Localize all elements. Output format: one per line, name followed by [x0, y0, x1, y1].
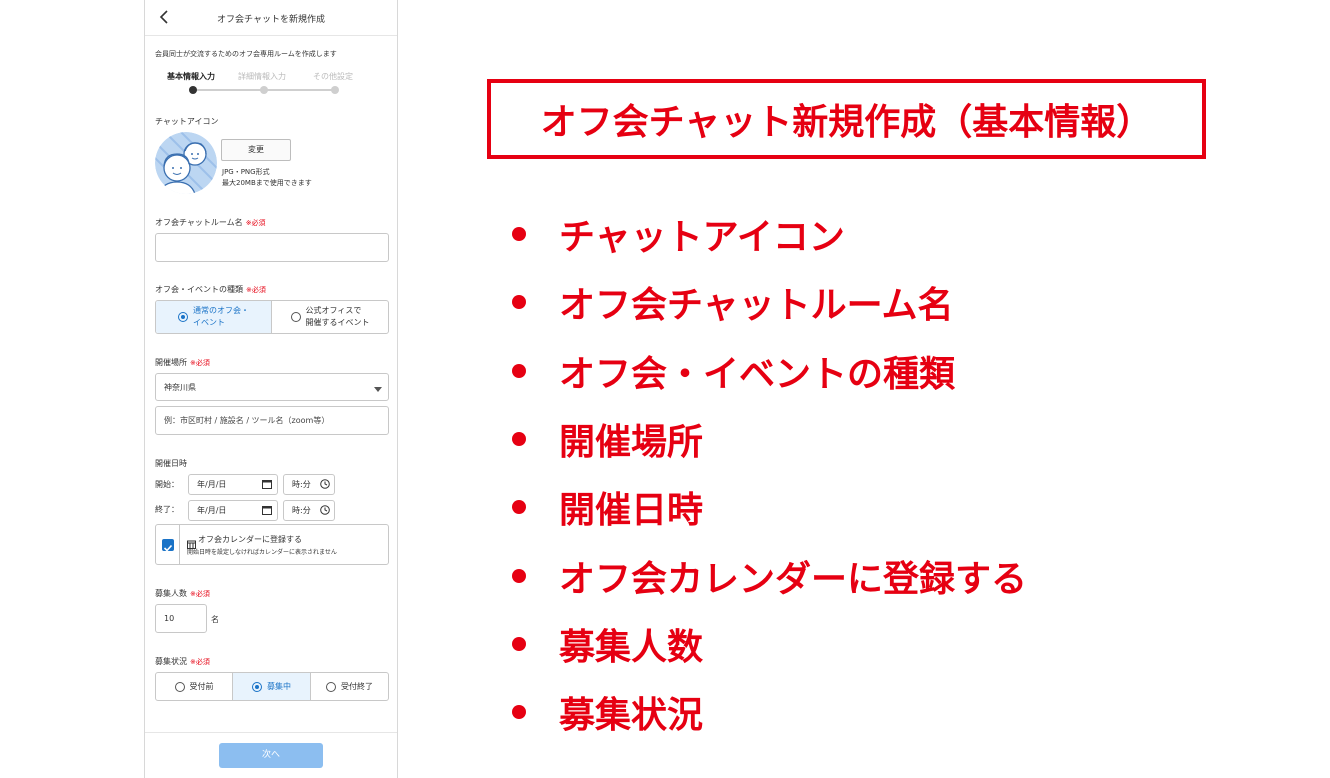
feature-list: チャットアイコン オフ会チャットルーム名 オフ会・イベントの種類 開催場所 開催…	[512, 200, 1027, 746]
option-label: 受付前	[189, 682, 214, 691]
step-1-dot	[189, 86, 197, 94]
radio-unselected-icon	[290, 312, 301, 322]
list-item-text: オフ会・イベントの種類	[559, 353, 956, 395]
bullet-dot-icon	[512, 568, 526, 583]
bullet-dot-icon	[512, 432, 526, 447]
slide-title-box: オフ会チャット新規作成（基本情報）	[487, 79, 1206, 159]
venue-detail-input[interactable]: 例：市区町村 / 施設名 / ツール名（zoom等）	[155, 406, 389, 435]
step-2-dot	[260, 86, 268, 94]
option-line-1: 公式オフィスで	[305, 306, 362, 315]
list-item: 募集状況	[512, 678, 1027, 746]
bullet-dot-icon	[512, 705, 526, 720]
step-1-label: 基本情報入力	[167, 72, 215, 81]
start-label: 開始：	[155, 480, 179, 489]
calendar-register-title: オフ会カレンダーに登録する	[198, 535, 302, 544]
bullet-dot-icon	[512, 295, 526, 310]
list-item: 開催場所	[512, 405, 1027, 473]
chat-icon-label: チャットアイコン	[155, 117, 219, 126]
avatar[interactable]	[155, 132, 217, 194]
recruit-status-selector: 受付前 募集中 受付終了	[155, 672, 389, 701]
prefecture-select[interactable]: 神奈川県	[155, 373, 389, 401]
clock-icon	[320, 479, 330, 491]
list-item: チャットアイコン	[512, 200, 1027, 268]
capacity-unit: 名	[211, 615, 219, 624]
list-item-text: 開催日時	[559, 490, 704, 532]
avatar-illustration-icon	[155, 132, 217, 194]
date-placeholder: 年/月/日	[197, 480, 227, 489]
option-line-2: 開催するイベント	[305, 318, 370, 327]
list-item: オフ会チャットルーム名	[512, 268, 1027, 336]
recruit-status-label: 募集状況 ※必須	[155, 657, 210, 666]
calendar-icon	[262, 479, 272, 491]
event-type-option-official[interactable]: 公式オフィスで 開催するイベント	[272, 301, 388, 333]
list-item: オフ会・イベントの種類	[512, 337, 1027, 405]
calendar-checkbox-area	[156, 525, 180, 564]
bullet-dot-icon	[512, 500, 526, 515]
datetime-label: 開催日時	[155, 459, 187, 468]
event-type-option-regular[interactable]: 通常のオフ会・ イベント	[156, 301, 272, 333]
phone-screen: オフ会チャットを新規作成 会員同士が交流するためのオフ会専用ルームを作成します …	[144, 0, 398, 778]
end-date-input[interactable]: 年/月/日	[188, 500, 278, 521]
icon-size-note: 最大20MBまで使用できます	[222, 179, 312, 187]
calendar-register-card[interactable]: オフ会カレンダーに登録する 開始日時を設定しなければカレンダーに表示されません	[155, 524, 389, 565]
step-3-label: その他設定	[313, 72, 353, 81]
option-line-1: 通常のオフ会・	[193, 306, 249, 315]
bullet-dot-icon	[512, 636, 526, 651]
icon-format-note: JPG・PNG形式	[222, 168, 270, 176]
list-item-text: オフ会カレンダーに登録する	[559, 558, 1028, 600]
slide-title: オフ会チャット新規作成（基本情報）	[540, 102, 1153, 143]
list-item-text: オフ会チャットルーム名	[559, 285, 954, 327]
date-placeholder: 年/月/日	[197, 506, 227, 515]
list-item-text: チャットアイコン	[559, 217, 845, 259]
list-item: 開催日時	[512, 473, 1027, 541]
top-bar: オフ会チャットを新規作成	[145, 0, 397, 36]
bottom-bar: 次へ	[145, 732, 397, 778]
bullet-dot-icon	[512, 363, 526, 378]
list-item-text: 募集人数	[559, 626, 704, 668]
list-item-text: 募集状況	[559, 695, 704, 737]
list-item: 募集人数	[512, 610, 1027, 678]
step-3-dot	[331, 86, 339, 94]
event-type-label: オフ会・イベントの種類 ※必須	[155, 285, 266, 294]
page-title: オフ会チャットを新規作成	[217, 15, 325, 25]
step-2-label: 詳細情報入力	[238, 72, 286, 81]
end-time-input[interactable]: 時:分	[283, 500, 335, 521]
dropdown-arrow-icon	[374, 385, 382, 394]
capacity-label: 募集人数 ※必須	[155, 589, 210, 598]
time-placeholder: 時:分	[292, 506, 311, 515]
intro-text: 会員同士が交流するためのオフ会専用ルームを作成します	[155, 50, 337, 58]
list-item: オフ会カレンダーに登録する	[512, 541, 1027, 609]
change-icon-button[interactable]: 変更	[221, 139, 291, 161]
prefecture-value: 神奈川県	[164, 382, 196, 392]
list-item-text: 開催場所	[559, 422, 704, 464]
recruit-option-open[interactable]: 募集中	[233, 673, 311, 700]
next-button[interactable]: 次へ	[219, 743, 323, 768]
option-line-2: イベント	[193, 318, 225, 327]
end-label: 終了：	[155, 505, 179, 514]
calendar-register-note: 開始日時を設定しなければカレンダーに表示されません	[187, 549, 337, 556]
calendar-icon	[262, 505, 272, 517]
room-name-input[interactable]	[155, 233, 389, 262]
radio-unselected-icon	[174, 681, 185, 692]
event-type-selector: 通常のオフ会・ イベント 公式オフィスで 開催するイベント	[155, 300, 389, 334]
bullet-dot-icon	[512, 227, 526, 242]
check-icon	[163, 544, 173, 552]
calendar-checkbox[interactable]	[162, 539, 174, 552]
start-date-input[interactable]: 年/月/日	[188, 474, 278, 495]
option-label: 募集中	[267, 682, 291, 691]
option-label: 受付終了	[341, 682, 373, 691]
start-time-input[interactable]: 時:分	[283, 474, 335, 495]
radio-selected-icon	[178, 312, 188, 322]
time-placeholder: 時:分	[292, 480, 311, 489]
room-name-label: オフ会チャットルーム名 ※必須	[155, 218, 266, 227]
recruit-option-before[interactable]: 受付前	[156, 673, 233, 700]
recruit-option-closed[interactable]: 受付終了	[311, 673, 388, 700]
capacity-input[interactable]: 10	[155, 604, 207, 633]
clock-icon	[320, 505, 330, 517]
venue-label: 開催場所 ※必須	[155, 358, 210, 367]
radio-unselected-icon	[326, 681, 336, 692]
radio-selected-icon	[252, 681, 262, 692]
